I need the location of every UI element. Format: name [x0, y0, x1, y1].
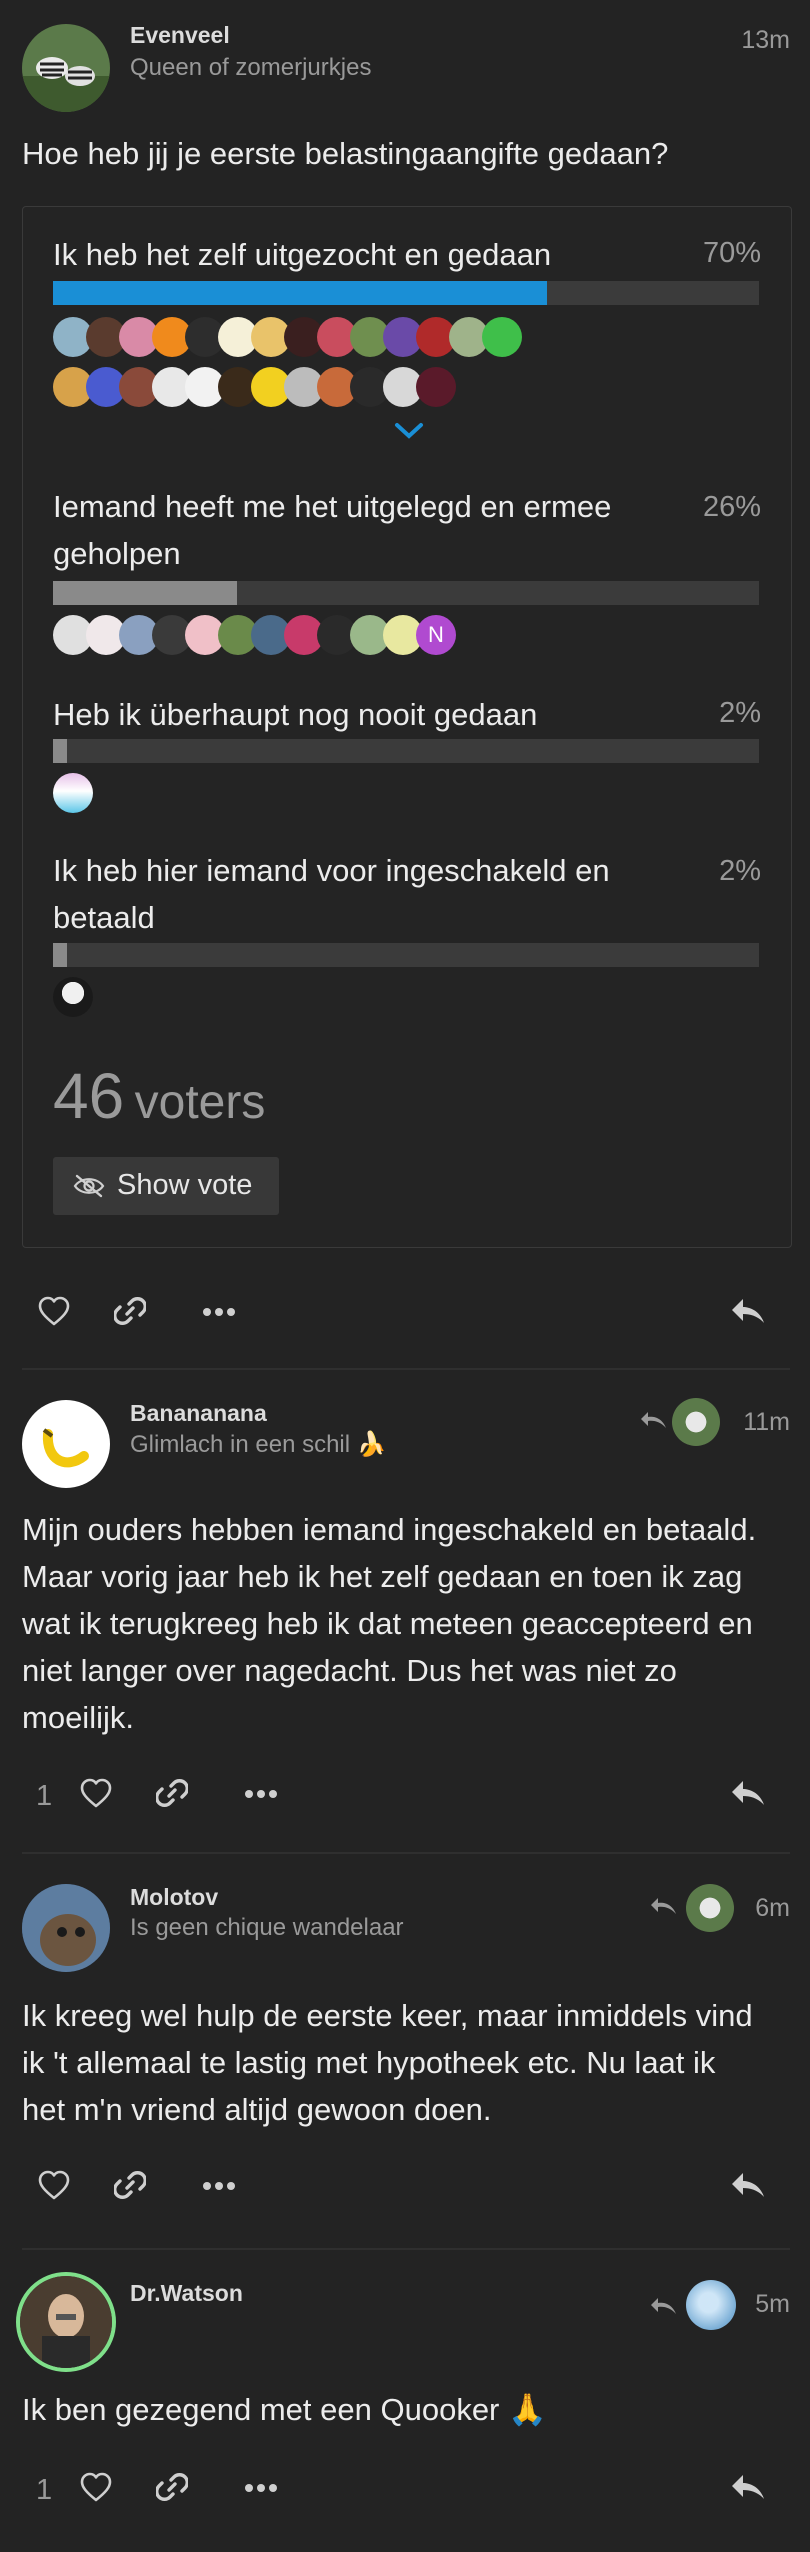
more-options-icon[interactable] — [244, 1788, 278, 1800]
comment-timestamp: 6m — [755, 1894, 790, 1922]
reply-to-arrow-icon — [651, 1898, 676, 1914]
heart-icon[interactable] — [80, 2472, 112, 2502]
reply-to-arrow-icon — [641, 1412, 666, 1428]
reply-icon[interactable] — [730, 2471, 766, 2501]
more-options-icon[interactable] — [202, 1306, 236, 1318]
poll-option-4-percent: 2% — [719, 855, 761, 887]
poll-option-1-text: Ik heb het zelf uitgezocht en gedaan — [53, 237, 552, 272]
voter-avatar[interactable] — [53, 977, 93, 1017]
poll-option-3-bar — [53, 739, 759, 763]
poll-option-4-bar-fill — [53, 943, 68, 967]
comment-body: Ik kreeg wel hulp de eerste keer, maar i… — [22, 1992, 792, 2133]
comment-author-tagline: Is geen chique wandelaar — [130, 1914, 404, 1941]
poll-option-3-percent: 2% — [719, 697, 761, 729]
poll-option-2-label[interactable]: Iemand heeft me het uitgelegd en ermee g… — [53, 483, 673, 577]
poll-option-4-label[interactable]: Ik heb hier iemand voor ingeschakeld en … — [53, 847, 673, 941]
like-count: 1 — [36, 1780, 53, 1812]
heart-icon[interactable] — [80, 1778, 112, 1808]
poll-option-2-percent: 26% — [702, 491, 761, 523]
comment-author-avatar[interactable] — [22, 1884, 110, 1972]
comment-text-line: Ik ben gezegend met een Quooker 🙏 — [22, 2392, 547, 2427]
comment-author-name[interactable]: Dr.Watson — [130, 2280, 243, 2307]
voter-avatar[interactable] — [53, 773, 93, 813]
divider — [22, 2248, 790, 2250]
show-vote-label: Show vote — [117, 1169, 253, 1201]
poll-option-2-bar — [53, 581, 759, 605]
poll-option-2-text-line-2: geholpen — [53, 536, 181, 571]
comment-author-name[interactable]: Banananana — [130, 1400, 267, 1427]
more-options-icon[interactable] — [244, 2482, 278, 2494]
voters-count: 46 — [53, 1060, 125, 1132]
reply-to-avatar[interactable] — [672, 1398, 720, 1446]
comment-timestamp: 5m — [755, 2290, 790, 2318]
comment-text-line: Ik kreeg wel hulp de eerste keer, maar i… — [22, 1998, 753, 2033]
comment-text-line: Maar vorig jaar heb ik het zelf gedaan e… — [22, 1559, 743, 1594]
comment-body: Ik ben gezegend met een Quooker 🙏 — [22, 2386, 792, 2433]
eye-off-icon — [73, 1174, 105, 1198]
voter-avatar[interactable] — [482, 317, 522, 357]
voter-avatar-initial[interactable]: N — [416, 615, 456, 655]
comment-text-line: wat ik terugkreeg heb ik dat meteen geac… — [22, 1606, 753, 1641]
poll-option-4-text-line-2: betaald — [53, 900, 155, 935]
reply-to-avatar[interactable] — [686, 2280, 736, 2330]
voter-avatar[interactable] — [416, 367, 456, 407]
comment-author-name[interactable]: Molotov — [130, 1884, 218, 1911]
post-author-name[interactable]: Evenveel — [130, 22, 230, 49]
voters-label: voters — [134, 1076, 266, 1129]
comment-timestamp: 11m — [743, 1408, 790, 1436]
comment-text-line: ik 't allemaal te lastig met hypotheek e… — [22, 2045, 716, 2080]
reply-icon[interactable] — [730, 1295, 766, 1325]
link-icon[interactable] — [114, 1295, 146, 1327]
link-icon[interactable] — [156, 1777, 188, 1809]
expand-voters-chevron-icon[interactable] — [393, 421, 425, 441]
link-icon[interactable] — [114, 2169, 146, 2201]
divider — [22, 1368, 790, 1370]
voters-summary: 46 voters — [53, 1059, 265, 1133]
comment-author-avatar[interactable] — [22, 1400, 110, 1488]
post-timestamp: 13m — [741, 26, 790, 54]
more-options-icon[interactable] — [202, 2180, 236, 2192]
post-question: Hoe heb jij je eerste belastingaangifte … — [22, 136, 669, 171]
post-author-tagline: Queen of zomerjurkjes — [130, 54, 372, 81]
like-count: 1 — [36, 2474, 53, 2506]
comment-text-line: het m'n vriend altijd gewoon doen. — [22, 2092, 492, 2127]
post-author-avatar[interactable] — [22, 24, 110, 112]
poll-option-1-label[interactable]: Ik heb het zelf uitgezocht en gedaan — [53, 231, 551, 278]
poll-option-1-bar — [53, 281, 759, 305]
link-icon[interactable] — [156, 2471, 188, 2503]
comment-author-tagline: Glimlach in een schil 🍌 — [130, 1431, 387, 1458]
poll-option-3-label[interactable]: Heb ik überhaupt nog nooit gedaan — [53, 691, 537, 738]
reply-icon[interactable] — [730, 2169, 766, 2199]
reply-to-arrow-icon — [651, 2298, 676, 2314]
show-vote-button[interactable]: Show vote — [53, 1157, 279, 1215]
poll-option-2-text-line-1: Iemand heeft me het uitgelegd en ermee — [53, 489, 612, 524]
comment-text-line: moeilijk. — [22, 1700, 134, 1735]
divider — [22, 1852, 790, 1854]
poll-card: Ik heb het zelf uitgezocht en gedaan 70%… — [22, 206, 792, 1248]
poll-option-1-bar-fill — [53, 281, 548, 305]
heart-icon[interactable] — [38, 1296, 70, 1326]
comment-text-line: niet langer over nagedacht. Dus het was … — [22, 1653, 677, 1688]
comment-author-avatar[interactable] — [16, 2272, 116, 2372]
comment-text-line: Mijn ouders hebben iemand ingeschakeld e… — [22, 1512, 757, 1547]
poll-option-4-bar — [53, 943, 759, 967]
comment-body: Mijn ouders hebben iemand ingeschakeld e… — [22, 1506, 792, 1741]
reply-to-avatar[interactable] — [686, 1884, 734, 1932]
poll-option-3-bar-fill — [53, 739, 68, 763]
heart-icon[interactable] — [38, 2170, 70, 2200]
poll-option-1-percent: 70% — [702, 237, 761, 269]
poll-option-4-text-line-1: Ik heb hier iemand voor ingeschakeld en — [53, 853, 610, 888]
reply-icon[interactable] — [730, 1777, 766, 1807]
poll-option-2-bar-fill — [53, 581, 237, 605]
poll-option-3-text: Heb ik überhaupt nog nooit gedaan — [53, 697, 538, 732]
